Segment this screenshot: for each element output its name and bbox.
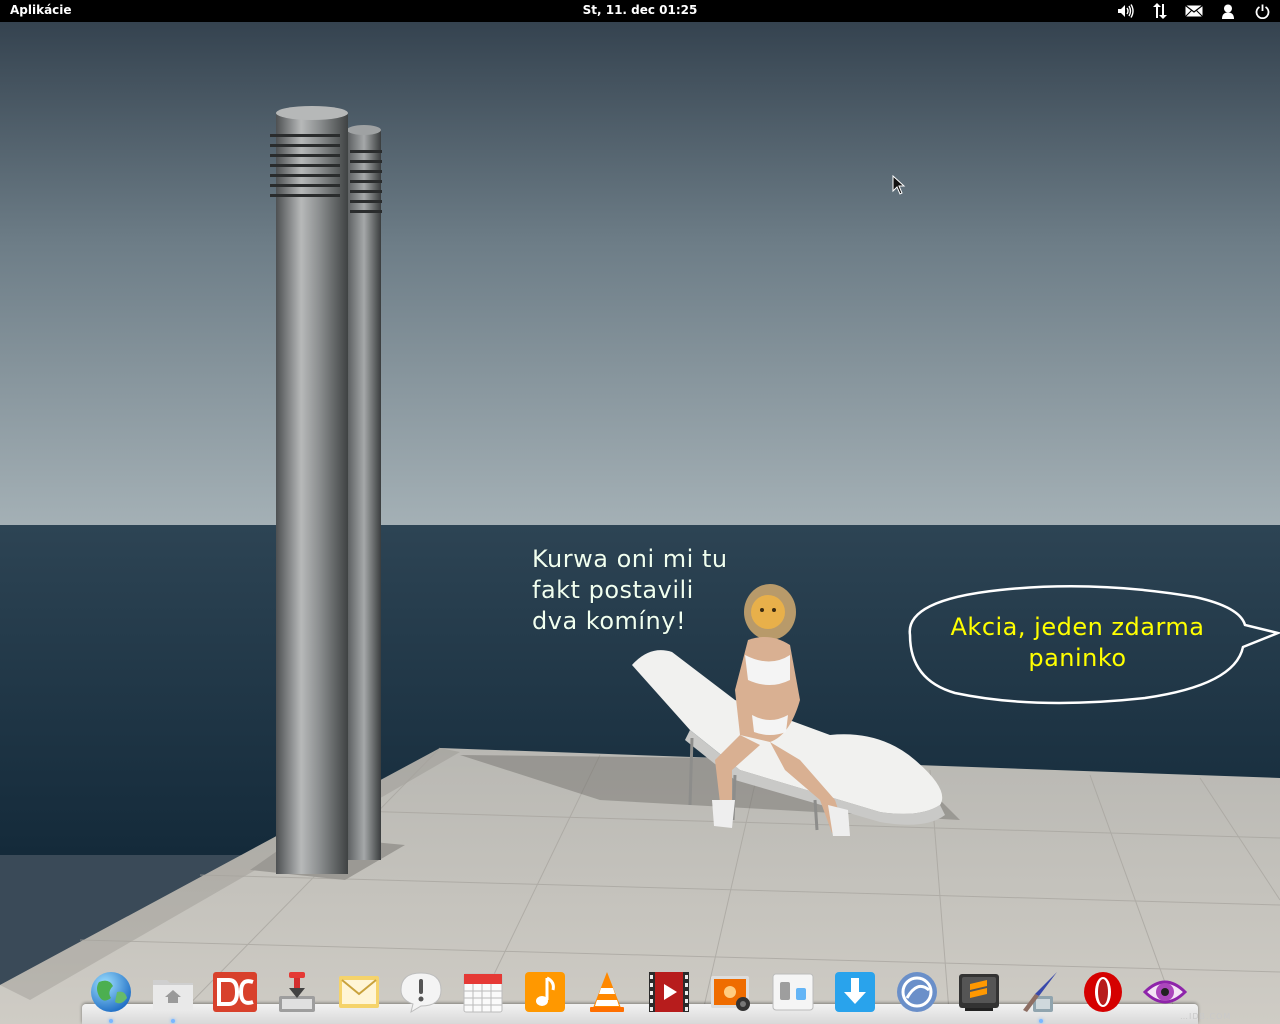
dock-item-video-player[interactable] [646, 968, 692, 1018]
terminal-brush-icon [1023, 972, 1057, 1012]
dock-item-notifications[interactable] [398, 968, 444, 1018]
dock-item-installer[interactable] [274, 968, 320, 1018]
vlc-icon [590, 972, 624, 1012]
dock-item-downloads[interactable] [832, 968, 878, 1018]
dock [88, 968, 1196, 1024]
volume-icon[interactable] [1116, 2, 1136, 20]
dock-item-calendar[interactable] [460, 968, 506, 1018]
dock-item-sublime-text[interactable] [956, 968, 1002, 1018]
user-icon[interactable] [1218, 2, 1238, 20]
music-icon [525, 972, 565, 1012]
running-indicator [171, 1019, 175, 1023]
dock-item-ubuntu-one[interactable] [894, 968, 940, 1018]
network-icon[interactable] [1150, 2, 1170, 20]
photos-icon [711, 976, 750, 1011]
dock-item-files[interactable] [150, 968, 196, 1023]
top-panel: Aplikácie St, 11. dec 01:25 [0, 0, 1280, 22]
ubuntu-one-icon [897, 972, 937, 1012]
dock-item-double-commander[interactable] [212, 968, 258, 1018]
sublime-text-icon [959, 974, 999, 1011]
downloads-icon [835, 972, 875, 1012]
mouse-cursor-icon [892, 174, 906, 199]
desktop-wallpaper [0, 0, 1280, 1024]
running-indicator [109, 1019, 113, 1023]
calendar-icon [463, 973, 503, 1013]
dock-item-mail[interactable] [336, 968, 382, 1018]
switchboard-icon [772, 973, 814, 1011]
files-icon [153, 980, 193, 1010]
mail-icon[interactable] [1184, 2, 1204, 20]
dock-item-photos[interactable] [708, 968, 754, 1018]
speech-bubble: Akcia, jeden zdarma paninko [905, 585, 1280, 705]
running-indicator [1039, 1019, 1043, 1023]
eye-icon [1143, 980, 1187, 1004]
opera-icon [1084, 972, 1122, 1012]
dock-item-opera[interactable] [1080, 968, 1126, 1018]
desktop-caption: Kurwa oni mi tu fakt postavili dva komín… [532, 545, 728, 635]
web-browser-icon [91, 972, 131, 1012]
dock-item-web-browser[interactable] [88, 968, 134, 1023]
speech-bubble-text: Akcia, jeden zdarma paninko [950, 613, 1205, 672]
indicator-area [1116, 2, 1272, 20]
applications-menu[interactable]: Aplikácie [10, 3, 72, 17]
mail-client-icon [339, 976, 379, 1008]
dock-item-switchboard[interactable] [770, 968, 816, 1018]
installer-icon [279, 972, 315, 1012]
clock[interactable]: St, 11. dec 01:25 [583, 3, 698, 17]
power-icon[interactable] [1252, 2, 1272, 20]
dock-item-vlc[interactable] [584, 968, 630, 1018]
double-commander-icon [213, 972, 257, 1012]
dock-item-eye[interactable] [1142, 968, 1188, 1018]
dock-item-terminal-brush[interactable] [1018, 968, 1064, 1023]
notifications-icon [400, 972, 442, 1014]
video-player-icon [649, 972, 689, 1012]
dock-item-music[interactable] [522, 968, 568, 1018]
